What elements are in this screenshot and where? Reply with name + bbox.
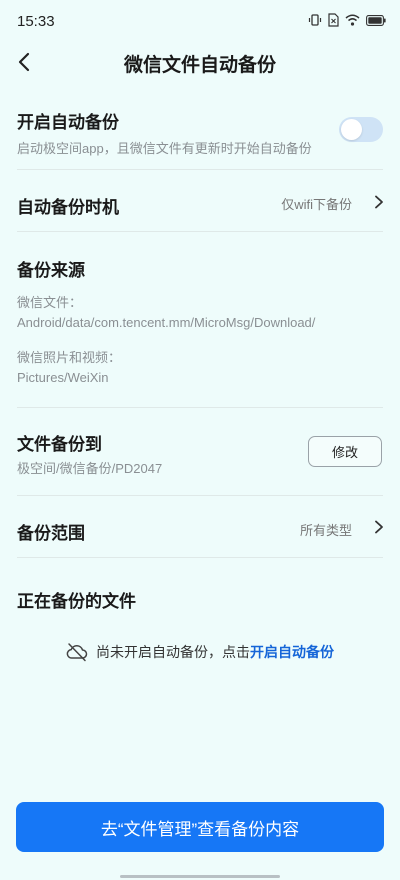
- backup-scope-label: 备份范围: [17, 524, 85, 543]
- auto-backup-title: 开启自动备份: [17, 113, 119, 132]
- enable-auto-backup-link[interactable]: 开启自动备份: [250, 644, 334, 660]
- divider: [17, 231, 383, 232]
- battery-icon: [366, 14, 386, 26]
- status-time: 15:33: [17, 13, 55, 30]
- in-progress-title: 正在备份的文件: [17, 592, 136, 611]
- home-indicator: [120, 875, 280, 878]
- empty-state-text: 尚未开启自动备份，点击: [96, 644, 250, 660]
- cloud-off-icon: [66, 643, 88, 662]
- backup-source-title: 备份来源: [17, 261, 85, 280]
- wechat-media-label: 微信照片和视频：: [17, 350, 122, 365]
- vibrate-icon: [308, 14, 322, 26]
- status-icons: [308, 13, 386, 27]
- toggle-knob: [341, 119, 362, 140]
- chevron-right-icon: [375, 195, 383, 209]
- wechat-files-path: Android/data/com.tencent.mm/MicroMsg/Dow…: [17, 315, 316, 330]
- wifi-icon: [345, 14, 360, 26]
- sim-card-icon: [328, 13, 339, 27]
- chevron-right-icon: [375, 520, 383, 534]
- auto-backup-toggle[interactable]: [339, 117, 383, 142]
- backup-destination-title: 文件备份到: [17, 435, 102, 454]
- page-title: 微信文件自动备份: [123, 55, 276, 76]
- wechat-media-path: Pictures/WeiXin: [17, 370, 109, 385]
- edit-destination-button[interactable]: 修改: [308, 436, 382, 467]
- backup-scope-value: 所有类型: [299, 523, 352, 538]
- wechat-files-label: 微信文件：: [17, 295, 83, 310]
- backup-scope-row[interactable]: 备份范围 所有类型: [0, 496, 400, 556]
- auto-backup-description: 启动极空间app，且微信文件有更新时开始自动备份: [17, 141, 312, 156]
- divider: [17, 407, 383, 408]
- backup-timing-label: 自动备份时机: [17, 198, 119, 217]
- status-bar: 15:33: [0, 0, 400, 40]
- navbar: 微信文件自动备份: [0, 40, 400, 84]
- backup-timing-row[interactable]: 自动备份时机 仅wifi下备份: [0, 170, 400, 230]
- view-backup-content-button[interactable]: 去“文件管理”查看备份内容: [16, 802, 384, 852]
- backup-timing-value: 仅wifi下备份: [281, 197, 352, 212]
- divider: [17, 557, 383, 558]
- empty-state: 尚未开启自动备份，点击开启自动备份: [0, 642, 400, 662]
- backup-destination-path: 极空间/微信备份/PD2047: [17, 461, 163, 476]
